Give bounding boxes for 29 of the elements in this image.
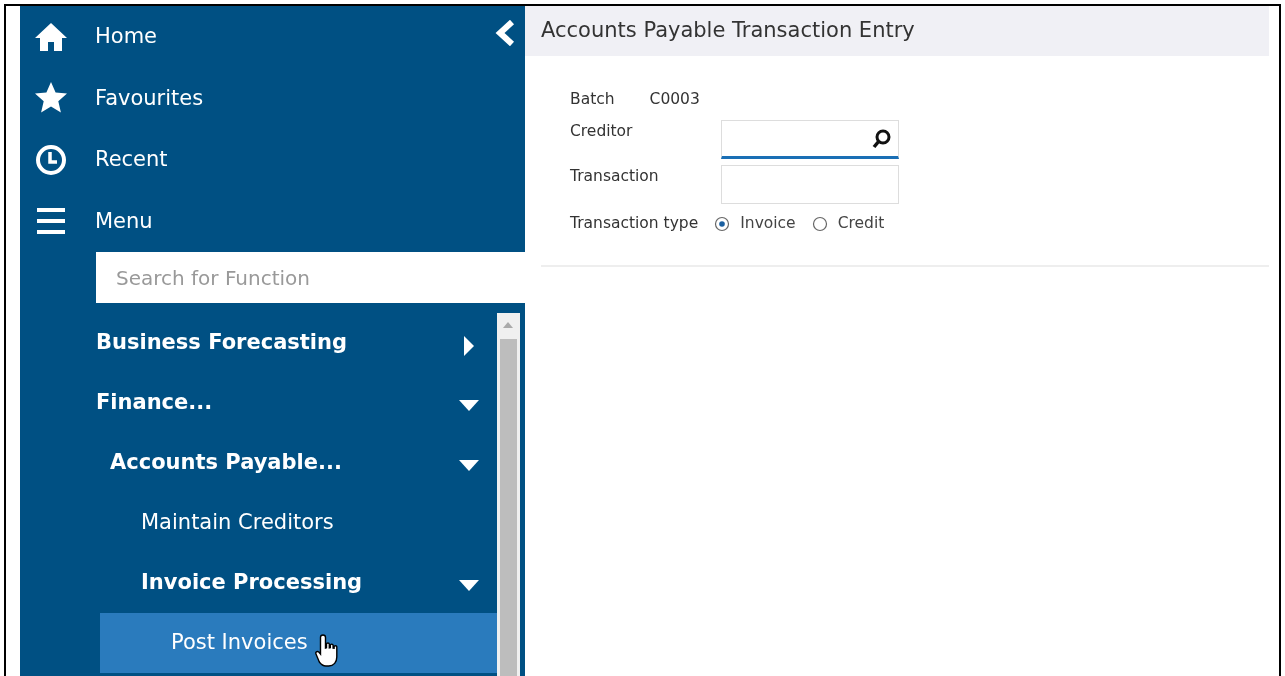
scroll-up-icon[interactable] xyxy=(502,321,514,329)
nav-item[interactable]: Home xyxy=(20,6,525,68)
tree-item[interactable]: Business Forecasting xyxy=(20,313,497,373)
input-field[interactable] xyxy=(721,120,899,159)
field-label: Batch xyxy=(570,89,615,111)
caret-down-icon xyxy=(459,400,479,412)
caret-down-icon xyxy=(459,460,479,472)
nav-item[interactable]: Favourites xyxy=(20,67,525,129)
input-field[interactable] xyxy=(721,165,899,204)
scrollbar[interactable] xyxy=(497,313,520,676)
tree-item[interactable]: Finance... xyxy=(20,373,497,433)
radio-option[interactable]: Invoice xyxy=(714,212,796,236)
clock-icon xyxy=(34,142,68,177)
nav-item[interactable]: Recent xyxy=(20,129,525,191)
page-title: Accounts Payable Transaction Entry xyxy=(525,6,1269,56)
search-icon xyxy=(872,129,892,149)
tree-item[interactable]: Post Invoices xyxy=(100,613,497,673)
field-label: Transaction type xyxy=(570,213,699,234)
caret-down-icon xyxy=(459,580,479,592)
batch-value: C0003 xyxy=(649,89,700,111)
radio-option[interactable]: Credit xyxy=(811,212,885,236)
nav-item[interactable]: Menu xyxy=(20,190,525,252)
tree-item[interactable]: Maintain Creditors xyxy=(20,493,497,553)
field-label: Transaction xyxy=(570,166,660,187)
collapse-icon[interactable] xyxy=(495,20,517,46)
tree-item[interactable]: Accounts Payable... xyxy=(20,433,497,493)
field-label: Creditor xyxy=(570,121,634,142)
caret-right-icon xyxy=(463,336,475,356)
tree-item[interactable]: Invoice Processing xyxy=(20,553,497,613)
